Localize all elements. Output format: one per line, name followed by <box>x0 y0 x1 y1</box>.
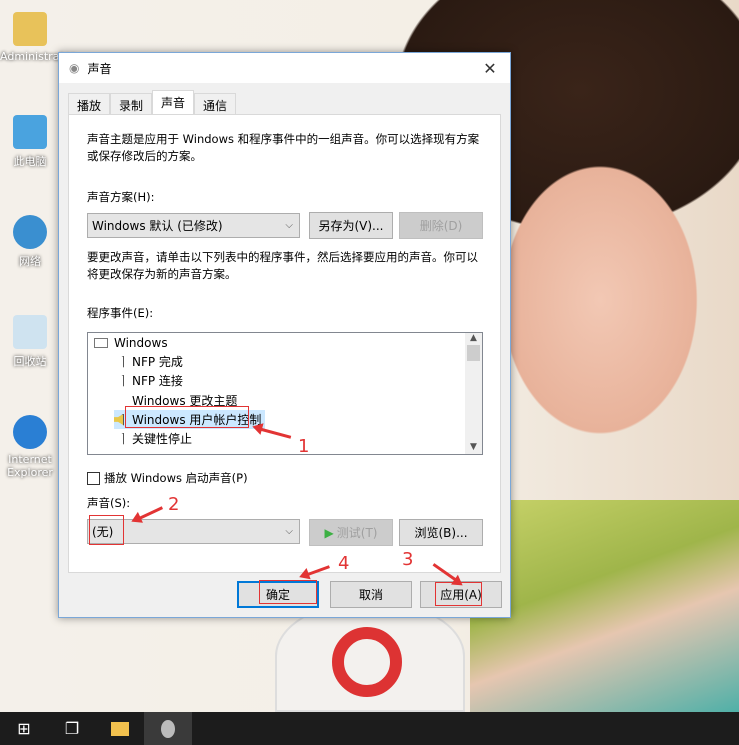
task-view-button[interactable]: ❐ <box>48 712 96 745</box>
intro-text: 声音主题是应用于 Windows 和程序事件中的一组声音。你可以选择现有方案或保… <box>87 132 480 163</box>
speaker-icon <box>114 432 124 445</box>
desktop-icon-this-pc[interactable]: 此电脑 <box>0 115 60 169</box>
desktop-icon-label: 此电脑 <box>13 155 47 168</box>
desktop-icon-label: 回收站 <box>13 355 47 368</box>
list-item[interactable]: NFP 完成 <box>114 352 183 371</box>
scroll-up-icon[interactable]: ▲ <box>465 333 482 343</box>
tab-bar: 播放 录制 声音 通信 <box>68 90 237 114</box>
user-folder-icon <box>13 12 47 46</box>
close-button[interactable]: ✕ <box>470 59 510 78</box>
tab-recording[interactable]: 录制 <box>110 93 153 114</box>
annotation-number-2: 2 <box>168 494 180 515</box>
list-item[interactable]: Windows <box>94 333 168 352</box>
sounds-panel: 声音主题是应用于 Windows 和程序事件中的一组声音。你可以选择现有方案或保… <box>68 114 501 573</box>
desktop-icon-label: Internet Explorer <box>7 453 53 479</box>
scheme-label: 声音方案(H): <box>87 190 155 204</box>
event-label: NFP 完成 <box>132 355 183 369</box>
speaker-icon: ◉ <box>69 61 80 75</box>
cancel-button[interactable]: 取消 <box>330 581 412 608</box>
scroll-thumb[interactable] <box>467 345 480 361</box>
annotation-box-sound <box>89 515 124 545</box>
instructions-text: 要更改声音，请单击以下列表中的程序事件，然后选择要应用的声音。你可以将更改保存为… <box>87 250 478 281</box>
folder-icon <box>94 337 108 348</box>
tab-sounds[interactable]: 声音 <box>152 90 195 114</box>
dialog-title: 声音 <box>87 61 112 76</box>
test-label: 测试(T) <box>336 526 378 540</box>
play-icon: ▶ <box>324 525 334 540</box>
annotation-number-3: 3 <box>402 549 414 570</box>
network-icon <box>13 215 47 249</box>
chevron-down-icon: ⌵ <box>285 526 293 537</box>
desktop-icon-administrator[interactable]: Administrator <box>0 12 75 63</box>
test-button[interactable]: ▶ 测试(T) <box>309 519 393 546</box>
chevron-down-icon: ⌵ <box>285 220 293 231</box>
internet-explorer-icon <box>13 415 47 449</box>
delete-button[interactable]: 删除(D) <box>399 212 483 239</box>
taskbar: ⊞ ❐ <box>0 712 739 745</box>
recycle-bin-icon <box>13 315 47 349</box>
checkbox-icon <box>87 472 100 485</box>
sound-dialog: ◉ 声音 ✕ 播放 录制 声音 通信 声音主题是应用于 Windows 和程序事… <box>58 52 511 618</box>
event-label: 关键性停止 <box>132 432 193 446</box>
desktop-icon-network[interactable]: 网络 <box>0 215 60 269</box>
events-label: 程序事件(E): <box>87 306 154 320</box>
folder-icon <box>111 721 129 736</box>
computer-icon <box>13 115 47 149</box>
speaker-icon <box>114 374 124 387</box>
sound-scheme-select[interactable]: Windows 默认 (已修改) ⌵ <box>87 213 300 238</box>
scheme-value: Windows 默认 (已修改) <box>92 219 223 233</box>
list-item[interactable]: 关键性停止 <box>114 429 192 448</box>
save-as-button[interactable]: 另存为(V)... <box>309 212 393 239</box>
browse-button[interactable]: 浏览(B)... <box>399 519 483 546</box>
title-bar: ◉ 声音 ✕ <box>59 53 510 83</box>
startup-sound-checkbox[interactable]: 播放 Windows 启动声音(P) <box>87 470 248 487</box>
annotation-box-event <box>125 406 249 428</box>
sound-label: 声音(S): <box>87 496 131 510</box>
event-label: Windows <box>114 335 168 350</box>
checkbox-label: 播放 Windows 启动声音(P) <box>104 471 248 485</box>
tab-communications[interactable]: 通信 <box>194 93 237 114</box>
speaker-icon <box>114 355 124 368</box>
annotation-number-1: 1 <box>298 436 310 457</box>
scroll-down-icon[interactable]: ▼ <box>465 442 482 452</box>
desktop-icon-label: 网络 <box>19 255 41 268</box>
file-explorer-button[interactable] <box>96 712 144 745</box>
desktop-icon-ie[interactable]: Internet Explorer <box>0 415 60 479</box>
speaker-icon <box>161 719 175 738</box>
start-button[interactable]: ⊞ <box>0 712 48 745</box>
scrollbar[interactable]: ▲ ▼ <box>465 333 482 454</box>
event-label: NFP 连接 <box>132 374 183 388</box>
desktop-icon-recycle-bin[interactable]: 回收站 <box>0 315 60 369</box>
tab-playback[interactable]: 播放 <box>68 93 111 114</box>
sound-taskbar-button[interactable] <box>144 712 192 745</box>
speaker-icon <box>114 413 124 426</box>
list-item[interactable]: NFP 连接 <box>114 371 183 390</box>
annotation-box-ok <box>259 580 317 604</box>
annotation-number-4: 4 <box>338 553 350 574</box>
